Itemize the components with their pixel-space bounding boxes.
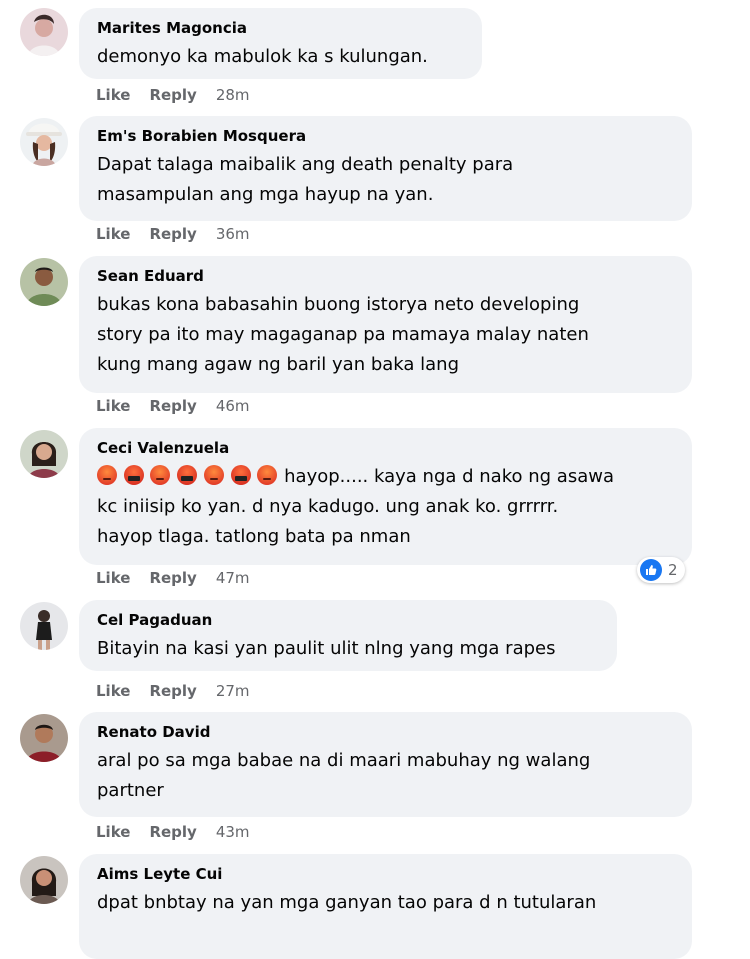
comment-text-line: story pa ito may magaganap pa mamaya mal… [97, 324, 589, 345]
comment-text: demonyo ka mabulok ka s kulungan. [97, 42, 463, 72]
timestamp[interactable]: 43m [216, 823, 250, 841]
comment-bubble: Em's Borabien Mosquera Dapat talaga maib… [79, 116, 692, 221]
comment-author[interactable]: Cel Pagaduan [97, 610, 598, 630]
comment-author[interactable]: Sean Eduard [97, 266, 673, 286]
reaction-count: 2 [668, 561, 678, 579]
comment-text-line: kung mang agaw ng baril yan baka lang [97, 354, 460, 375]
cursing-face-icon [123, 465, 144, 485]
angry-face-icon [257, 465, 278, 485]
comment-author[interactable]: Aims Leyte Cui [97, 864, 673, 884]
timestamp[interactable]: 27m [216, 682, 250, 700]
reply-button[interactable]: Reply [149, 823, 196, 841]
comment-text-line: Dapat talaga maibalik ang death penalty … [97, 154, 514, 175]
reply-button[interactable]: Reply [149, 225, 196, 243]
comment-bubble: Renato David aral po sa mga babae na di … [79, 712, 692, 817]
comment-actions: Like Reply 27m [96, 681, 250, 701]
comment-actions: Like Reply 28m [96, 85, 250, 105]
comment-text-line: bukas kona babasahin buong istorya neto … [97, 294, 580, 315]
comment-bubble: Sean Eduard bukas kona babasahin buong i… [79, 256, 692, 393]
timestamp[interactable]: 47m [216, 569, 250, 587]
reply-button[interactable]: Reply [149, 86, 196, 104]
cursing-face-icon [230, 465, 251, 485]
comment-text: hayop..... kaya nga d nako ng asawa kc i… [97, 462, 673, 552]
reply-button[interactable]: Reply [149, 682, 196, 700]
like-button[interactable]: Like [96, 682, 130, 700]
avatar[interactable] [20, 118, 68, 166]
reaction-count-badge[interactable]: 2 [637, 557, 685, 583]
comment-text-line: dpat bnbtay na yan mga ganyan tao para d… [97, 892, 597, 913]
timestamp[interactable]: 28m [216, 86, 250, 104]
comment-actions: Like Reply 46m [96, 396, 250, 416]
reply-button[interactable]: Reply [149, 397, 196, 415]
comment-text: dpat bnbtay na yan mga ganyan tao para d… [97, 888, 673, 918]
comment-text: Dapat talaga maibalik ang death penalty … [97, 150, 673, 210]
avatar[interactable] [20, 258, 68, 306]
like-button[interactable]: Like [96, 569, 130, 587]
angry-face-icon [203, 465, 224, 485]
comment-text-line: aral po sa mga babae na di maari mabuhay… [97, 750, 591, 771]
like-icon [640, 559, 662, 581]
comment-bubble: Ceci Valenzuela hayop..... kaya nga d na… [79, 428, 692, 565]
like-button[interactable]: Like [96, 397, 130, 415]
avatar[interactable] [20, 602, 68, 650]
comment-actions: Like Reply 36m [96, 224, 250, 244]
comment-text-line: masampulan ang mga hayup na yan. [97, 184, 434, 205]
like-button[interactable]: Like [96, 86, 130, 104]
comment-bubble: Cel Pagaduan Bitayin na kasi yan paulit … [79, 600, 617, 671]
comment-text-line: partner [97, 780, 164, 801]
angry-face-icon [150, 465, 171, 485]
comment-bubble: Marites Magoncia demonyo ka mabulok ka s… [79, 8, 482, 79]
angry-face-icon [97, 465, 117, 485]
like-button[interactable]: Like [96, 823, 130, 841]
comment-author[interactable]: Em's Borabien Mosquera [97, 126, 673, 146]
avatar[interactable] [20, 8, 68, 56]
comment-author[interactable]: Marites Magoncia [97, 18, 463, 38]
comment-text: bukas kona babasahin buong istorya neto … [97, 290, 673, 380]
comment-text-line: Bitayin na kasi yan paulit ulit nlng yan… [97, 638, 556, 659]
avatar[interactable] [20, 714, 68, 762]
comment-actions: Like Reply 43m [96, 822, 250, 842]
cursing-face-icon [177, 465, 198, 485]
reply-button[interactable]: Reply [149, 569, 196, 587]
avatar[interactable] [20, 430, 68, 478]
comment-text-line: hayop tlaga. tatlong bata pa nman [97, 526, 411, 547]
comment-author[interactable]: Renato David [97, 722, 673, 742]
comment-author[interactable]: Ceci Valenzuela [97, 438, 673, 458]
timestamp[interactable]: 36m [216, 225, 250, 243]
comment-text-span: hayop..... kaya nga d nako ng asawa [284, 466, 614, 487]
comment-bubble: Aims Leyte Cui dpat bnbtay na yan mga ga… [79, 854, 692, 959]
comment-text-line: hayop..... kaya nga d nako ng asawa [97, 462, 673, 492]
comment-text: Bitayin na kasi yan paulit ulit nlng yan… [97, 634, 598, 664]
comment-text: aral po sa mga babae na di maari mabuhay… [97, 746, 673, 806]
comment-text-line: demonyo ka mabulok ka s kulungan. [97, 46, 428, 67]
avatar[interactable] [20, 856, 68, 904]
like-button[interactable]: Like [96, 225, 130, 243]
timestamp[interactable]: 46m [216, 397, 250, 415]
comment-actions: Like Reply 47m [96, 568, 250, 588]
comment-text-line: kc iniisip ko yan. d nya kadugo. ung ana… [97, 496, 559, 517]
